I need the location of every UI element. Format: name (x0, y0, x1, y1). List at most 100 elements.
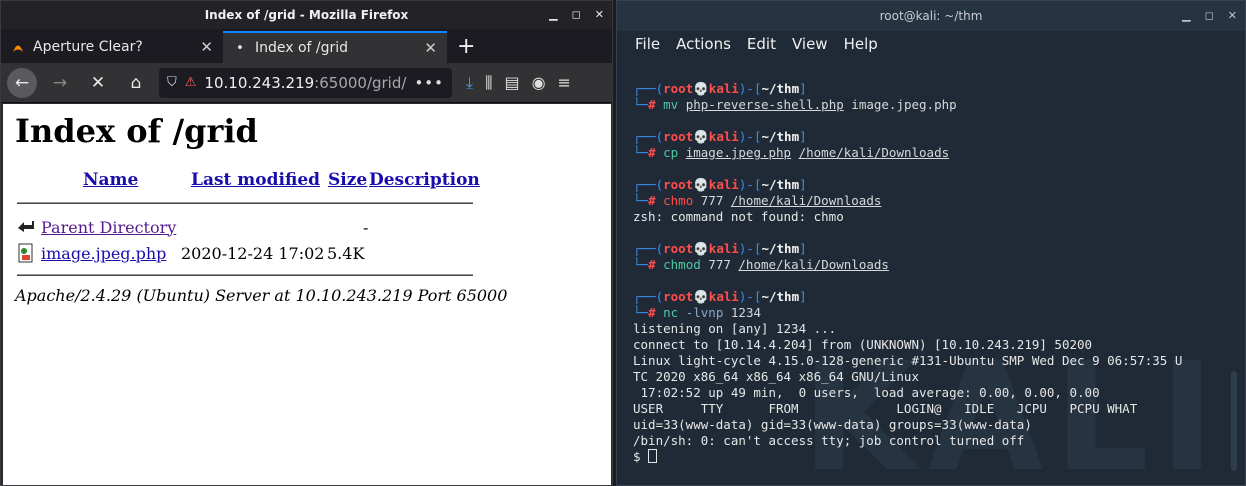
home-icon[interactable]: ⌂ (121, 68, 151, 98)
skull-icon: 💀 (693, 289, 709, 304)
prompt-line: ┌──(root💀kali)-[~/thm] (633, 129, 1233, 145)
download-icon[interactable]: ⤓ (466, 73, 473, 93)
prompt-hash: # (648, 193, 664, 208)
prompt-bracket: )-[ (738, 289, 762, 304)
prompt-host: kali (708, 177, 739, 192)
server-address: Apache/2.4.29 (Ubuntu) Server at 10.10.2… (15, 286, 508, 305)
menu-icon[interactable]: ≡ (558, 73, 571, 92)
new-tab-icon[interactable]: + (457, 31, 475, 63)
command-arg: -lvnp (685, 305, 724, 320)
prompt-hash: # (648, 305, 664, 320)
prompt-bracket: └─ (633, 145, 649, 160)
sidebar-icon[interactable]: ▤ (504, 73, 519, 92)
prompt-bracket: ] (799, 81, 807, 96)
prompt-host: kali (708, 129, 739, 144)
prompt-user: root (663, 289, 694, 304)
prompt-dir: ~/thm (761, 129, 800, 144)
firefox-titlebar: Index of /grid - Mozilla Firefox ▁ ◻ ✕ (1, 1, 612, 29)
library-icon[interactable]: ⫼ (485, 73, 492, 93)
close-tab-icon[interactable]: ✕ (200, 38, 213, 56)
column-size-link[interactable]: Size (328, 170, 369, 190)
row-size: 5.4K (327, 243, 365, 263)
column-description-link[interactable]: Description (369, 170, 480, 190)
command-arg: /home/kali/Downloads (730, 193, 882, 208)
prompt-hash: # (648, 257, 664, 272)
stop-icon[interactable]: ✕ (83, 68, 113, 98)
insecure-lock-icon[interactable]: ⚠ (185, 75, 197, 90)
prompt-bracket: ┌──( (633, 81, 664, 96)
maximize-icon[interactable]: ◻ (1205, 1, 1214, 31)
prompt-bracket: └─ (633, 193, 649, 208)
menu-view[interactable]: View (792, 35, 828, 53)
prompt-host: kali (708, 289, 739, 304)
forward-icon[interactable]: → (45, 68, 75, 98)
row-modified: 2020-12-24 17:02 (181, 243, 325, 263)
output-line: connect to [10.14.4.204] from (UNKNOWN) … (633, 337, 1093, 352)
skull-icon: 💀 (693, 241, 709, 256)
output-line: uid=33(www-data) gid=33(www-data) groups… (633, 417, 1032, 432)
command-arg: 777 (700, 193, 724, 208)
column-last-modified-link[interactable]: Last modified (191, 170, 328, 190)
command-line: └─# chmod 777 /home/kali/Downloads (633, 257, 1233, 273)
nav-toolbar: ← → ✕ ⌂ ⛉ ⚠ 10.10.243.219:65000/grid/ ••… (1, 63, 612, 103)
back-icon[interactable]: ← (7, 67, 37, 98)
url-path: :65000/grid/ (314, 73, 407, 92)
prompt-bracket: ] (799, 177, 807, 192)
prompt-bracket: ┌──( (633, 241, 664, 256)
prompt-line: ┌──(root💀kali)-[~/thm] (633, 177, 1233, 193)
terminal-window-title: root@kali: ~/thm (879, 9, 983, 23)
output-line: listening on [any] 1234 ... (633, 321, 837, 336)
prompt-user: root (663, 129, 694, 144)
close-tab-icon[interactable]: ✕ (424, 39, 437, 57)
terminal-output[interactable]: ┌──(root💀kali)-[~/thm] └─# mv php-reverse… (633, 81, 1233, 465)
prompt-bracket: └─ (633, 257, 649, 272)
command-arg: image.jpeg.php (851, 97, 957, 112)
prompt-bracket: ┌──( (633, 129, 664, 144)
shell-prompt: $ (633, 449, 649, 464)
tab-index-of-grid[interactable]: • Index of /grid ✕ (223, 31, 447, 63)
menu-actions[interactable]: Actions (676, 35, 731, 53)
back-arrow-icon (15, 217, 37, 237)
menu-edit[interactable]: Edit (747, 35, 776, 53)
minimize-icon[interactable]: ▁ (1182, 1, 1190, 31)
prompt-bracket: ] (799, 241, 807, 256)
prompt-dir: ~/thm (761, 177, 800, 192)
parent-directory-link[interactable]: Parent Directory (41, 218, 181, 237)
prompt-hash: # (648, 145, 664, 160)
divider (17, 202, 473, 204)
command-name: chmo (663, 193, 694, 208)
table-header: Name Last modified Size Description (83, 170, 599, 190)
menu-file[interactable]: File (635, 35, 660, 53)
close-icon[interactable]: ✕ (1228, 1, 1237, 31)
prompt-bracket: )-[ (738, 81, 762, 96)
tab-aperture-clear[interactable]: Aperture Clear? ✕ (1, 31, 223, 63)
prompt-bracket: ┌──( (633, 177, 664, 192)
page-title: Index of /grid (15, 112, 258, 150)
account-icon[interactable]: ◉ (532, 73, 546, 92)
url-bar[interactable]: ⛉ ⚠ 10.10.243.219:65000/grid/ ••• (159, 67, 452, 98)
terminal-window: root@kali: ~/thm ▁ ◻ ✕ File Actions Edit… (616, 0, 1246, 486)
flame-icon (9, 38, 27, 56)
command-line: └─# chmo 777 /home/kali/Downloads (633, 193, 1233, 209)
scrollbar[interactable] (1231, 371, 1237, 471)
prompt-user: root (663, 241, 694, 256)
column-name-link[interactable]: Name (83, 170, 191, 190)
page-actions-icon[interactable]: ••• (414, 74, 444, 92)
prompt-user: root (663, 177, 694, 192)
image-jpeg-php-link[interactable]: image.jpeg.php (41, 244, 181, 263)
minimize-icon[interactable]: ▁ (549, 1, 557, 29)
output-line: USER TTY FROM LOGIN@ IDLE JCPU PCPU WHAT (633, 401, 1138, 416)
close-icon[interactable]: ✕ (595, 1, 604, 29)
menu-help[interactable]: Help (844, 35, 878, 53)
dot-icon: • (236, 40, 244, 56)
output-line: 17:02:52 up 49 min, 0 users, load averag… (633, 385, 1100, 400)
tab-label: Index of /grid (255, 40, 349, 56)
shield-icon[interactable]: ⛉ (167, 75, 177, 90)
prompt-dir: ~/thm (761, 241, 800, 256)
maximize-icon[interactable]: ◻ (572, 1, 581, 29)
output-line: Linux light-cycle 4.15.0-128-generic #13… (633, 353, 1183, 368)
terminal-titlebar: root@kali: ~/thm ▁ ◻ ✕ (617, 1, 1245, 31)
